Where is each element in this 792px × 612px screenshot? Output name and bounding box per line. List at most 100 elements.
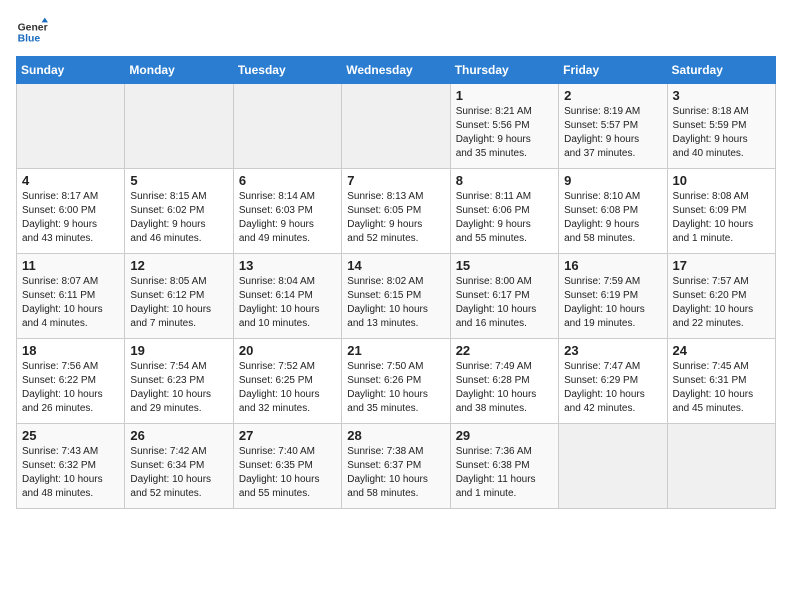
- day-number: 7: [347, 173, 444, 188]
- day-number: 2: [564, 88, 661, 103]
- day-number: 4: [22, 173, 119, 188]
- calendar-cell: [667, 424, 775, 509]
- day-info: Sunrise: 7:56 AM Sunset: 6:22 PM Dayligh…: [22, 360, 119, 416]
- day-info: Sunrise: 7:57 AM Sunset: 6:20 PM Dayligh…: [673, 275, 770, 331]
- day-number: 3: [673, 88, 770, 103]
- week-row-3: 11 Sunrise: 8:07 AM Sunset: 6:11 PM Dayli…: [17, 254, 776, 339]
- calendar-cell: [342, 84, 450, 169]
- day-info: Sunrise: 7:45 AM Sunset: 6:31 PM Dayligh…: [673, 360, 770, 416]
- calendar-cell: 9 Sunrise: 8:10 AM Sunset: 6:08 PM Daylig…: [559, 169, 667, 254]
- col-header-saturday: Saturday: [667, 57, 775, 84]
- header-row: SundayMondayTuesdayWednesdayThursdayFrid…: [17, 57, 776, 84]
- day-number: 1: [456, 88, 553, 103]
- calendar-cell: 23 Sunrise: 7:47 AM Sunset: 6:29 PM Dayli…: [559, 339, 667, 424]
- day-info: Sunrise: 8:14 AM Sunset: 6:03 PM Dayligh…: [239, 190, 336, 246]
- calendar-cell: 6 Sunrise: 8:14 AM Sunset: 6:03 PM Daylig…: [233, 169, 341, 254]
- day-info: Sunrise: 8:04 AM Sunset: 6:14 PM Dayligh…: [239, 275, 336, 331]
- day-info: Sunrise: 8:15 AM Sunset: 6:02 PM Dayligh…: [130, 190, 227, 246]
- calendar-cell: 19 Sunrise: 7:54 AM Sunset: 6:23 PM Dayli…: [125, 339, 233, 424]
- day-number: 24: [673, 343, 770, 358]
- calendar-cell: 2Sunrise: 8:19 AM Sunset: 5:57 PM Daylig…: [559, 84, 667, 169]
- calendar-cell: 13Sunrise: 8:04 AM Sunset: 6:14 PM Dayli…: [233, 254, 341, 339]
- day-number: 10: [673, 173, 770, 188]
- day-number: 6: [239, 173, 336, 188]
- day-info: Sunrise: 7:59 AM Sunset: 6:19 PM Dayligh…: [564, 275, 661, 331]
- day-info: Sunrise: 7:40 AM Sunset: 6:35 PM Dayligh…: [239, 445, 336, 501]
- calendar-cell: 12 Sunrise: 8:05 AM Sunset: 6:12 PM Dayli…: [125, 254, 233, 339]
- day-number: 8: [456, 173, 553, 188]
- day-info: Sunrise: 8:17 AM Sunset: 6:00 PM Dayligh…: [22, 190, 119, 246]
- day-number: 26: [130, 428, 227, 443]
- logo-icon: General Blue: [16, 16, 48, 48]
- day-info: Sunrise: 8:13 AM Sunset: 6:05 PM Dayligh…: [347, 190, 444, 246]
- calendar-cell: 21 Sunrise: 7:50 AM Sunset: 6:26 PM Dayli…: [342, 339, 450, 424]
- calendar-cell: 8 Sunrise: 8:11 AM Sunset: 6:06 PM Daylig…: [450, 169, 558, 254]
- col-header-wednesday: Wednesday: [342, 57, 450, 84]
- day-number: 14: [347, 258, 444, 273]
- col-header-thursday: Thursday: [450, 57, 558, 84]
- calendar-cell: 26 Sunrise: 7:42 AM Sunset: 6:34 PM Dayli…: [125, 424, 233, 509]
- day-info: Sunrise: 8:11 AM Sunset: 6:06 PM Dayligh…: [456, 190, 553, 246]
- day-info: Sunrise: 7:38 AM Sunset: 6:37 PM Dayligh…: [347, 445, 444, 501]
- day-info: Sunrise: 8:18 AM Sunset: 5:59 PM Dayligh…: [673, 105, 770, 161]
- calendar-cell: 17 Sunrise: 7:57 AM Sunset: 6:20 PM Dayli…: [667, 254, 775, 339]
- svg-text:General: General: [18, 22, 48, 33]
- day-number: 22: [456, 343, 553, 358]
- day-info: Sunrise: 8:21 AM Sunset: 5:56 PM Dayligh…: [456, 105, 553, 161]
- calendar-cell: 18 Sunrise: 7:56 AM Sunset: 6:22 PM Dayli…: [17, 339, 125, 424]
- calendar-cell: 20Sunrise: 7:52 AM Sunset: 6:25 PM Dayli…: [233, 339, 341, 424]
- calendar-cell: [17, 84, 125, 169]
- day-info: Sunrise: 7:50 AM Sunset: 6:26 PM Dayligh…: [347, 360, 444, 416]
- calendar-table: SundayMondayTuesdayWednesdayThursdayFrid…: [16, 56, 776, 509]
- day-info: Sunrise: 7:54 AM Sunset: 6:23 PM Dayligh…: [130, 360, 227, 416]
- day-number: 9: [564, 173, 661, 188]
- week-row-5: 25Sunrise: 7:43 AM Sunset: 6:32 PM Dayli…: [17, 424, 776, 509]
- page-header: General Blue: [16, 16, 776, 48]
- day-number: 12: [130, 258, 227, 273]
- day-number: 5: [130, 173, 227, 188]
- day-info: Sunrise: 8:08 AM Sunset: 6:09 PM Dayligh…: [673, 190, 770, 246]
- day-number: 17: [673, 258, 770, 273]
- col-header-tuesday: Tuesday: [233, 57, 341, 84]
- calendar-cell: [233, 84, 341, 169]
- day-number: 15: [456, 258, 553, 273]
- day-number: 25: [22, 428, 119, 443]
- day-info: Sunrise: 8:07 AM Sunset: 6:11 PM Dayligh…: [22, 275, 119, 331]
- svg-text:Blue: Blue: [18, 34, 41, 45]
- day-number: 23: [564, 343, 661, 358]
- col-header-sunday: Sunday: [17, 57, 125, 84]
- day-info: Sunrise: 8:05 AM Sunset: 6:12 PM Dayligh…: [130, 275, 227, 331]
- calendar-cell: 14 Sunrise: 8:02 AM Sunset: 6:15 PM Dayli…: [342, 254, 450, 339]
- day-number: 29: [456, 428, 553, 443]
- calendar-cell: 5 Sunrise: 8:15 AM Sunset: 6:02 PM Daylig…: [125, 169, 233, 254]
- week-row-2: 4 Sunrise: 8:17 AM Sunset: 6:00 PM Daylig…: [17, 169, 776, 254]
- day-number: 27: [239, 428, 336, 443]
- logo: General Blue: [16, 16, 48, 48]
- col-header-monday: Monday: [125, 57, 233, 84]
- calendar-cell: 29 Sunrise: 7:36 AM Sunset: 6:38 PM Dayli…: [450, 424, 558, 509]
- day-number: 20: [239, 343, 336, 358]
- day-number: 19: [130, 343, 227, 358]
- calendar-cell: 1 Sunrise: 8:21 AM Sunset: 5:56 PM Daylig…: [450, 84, 558, 169]
- day-info: Sunrise: 8:10 AM Sunset: 6:08 PM Dayligh…: [564, 190, 661, 246]
- calendar-cell: [125, 84, 233, 169]
- day-info: Sunrise: 7:42 AM Sunset: 6:34 PM Dayligh…: [130, 445, 227, 501]
- col-header-friday: Friday: [559, 57, 667, 84]
- day-info: Sunrise: 8:02 AM Sunset: 6:15 PM Dayligh…: [347, 275, 444, 331]
- calendar-cell: 4 Sunrise: 8:17 AM Sunset: 6:00 PM Daylig…: [17, 169, 125, 254]
- day-info: Sunrise: 8:00 AM Sunset: 6:17 PM Dayligh…: [456, 275, 553, 331]
- calendar-cell: 27 Sunrise: 7:40 AM Sunset: 6:35 PM Dayli…: [233, 424, 341, 509]
- day-number: 18: [22, 343, 119, 358]
- calendar-cell: 16Sunrise: 7:59 AM Sunset: 6:19 PM Dayli…: [559, 254, 667, 339]
- day-number: 21: [347, 343, 444, 358]
- day-info: Sunrise: 7:47 AM Sunset: 6:29 PM Dayligh…: [564, 360, 661, 416]
- day-info: Sunrise: 7:49 AM Sunset: 6:28 PM Dayligh…: [456, 360, 553, 416]
- calendar-cell: 10 Sunrise: 8:08 AM Sunset: 6:09 PM Dayli…: [667, 169, 775, 254]
- calendar-cell: 28Sunrise: 7:38 AM Sunset: 6:37 PM Dayli…: [342, 424, 450, 509]
- calendar-cell: [559, 424, 667, 509]
- calendar-cell: 25Sunrise: 7:43 AM Sunset: 6:32 PM Dayli…: [17, 424, 125, 509]
- day-number: 11: [22, 258, 119, 273]
- day-info: Sunrise: 7:36 AM Sunset: 6:38 PM Dayligh…: [456, 445, 553, 501]
- week-row-1: 1 Sunrise: 8:21 AM Sunset: 5:56 PM Daylig…: [17, 84, 776, 169]
- calendar-cell: 22 Sunrise: 7:49 AM Sunset: 6:28 PM Dayli…: [450, 339, 558, 424]
